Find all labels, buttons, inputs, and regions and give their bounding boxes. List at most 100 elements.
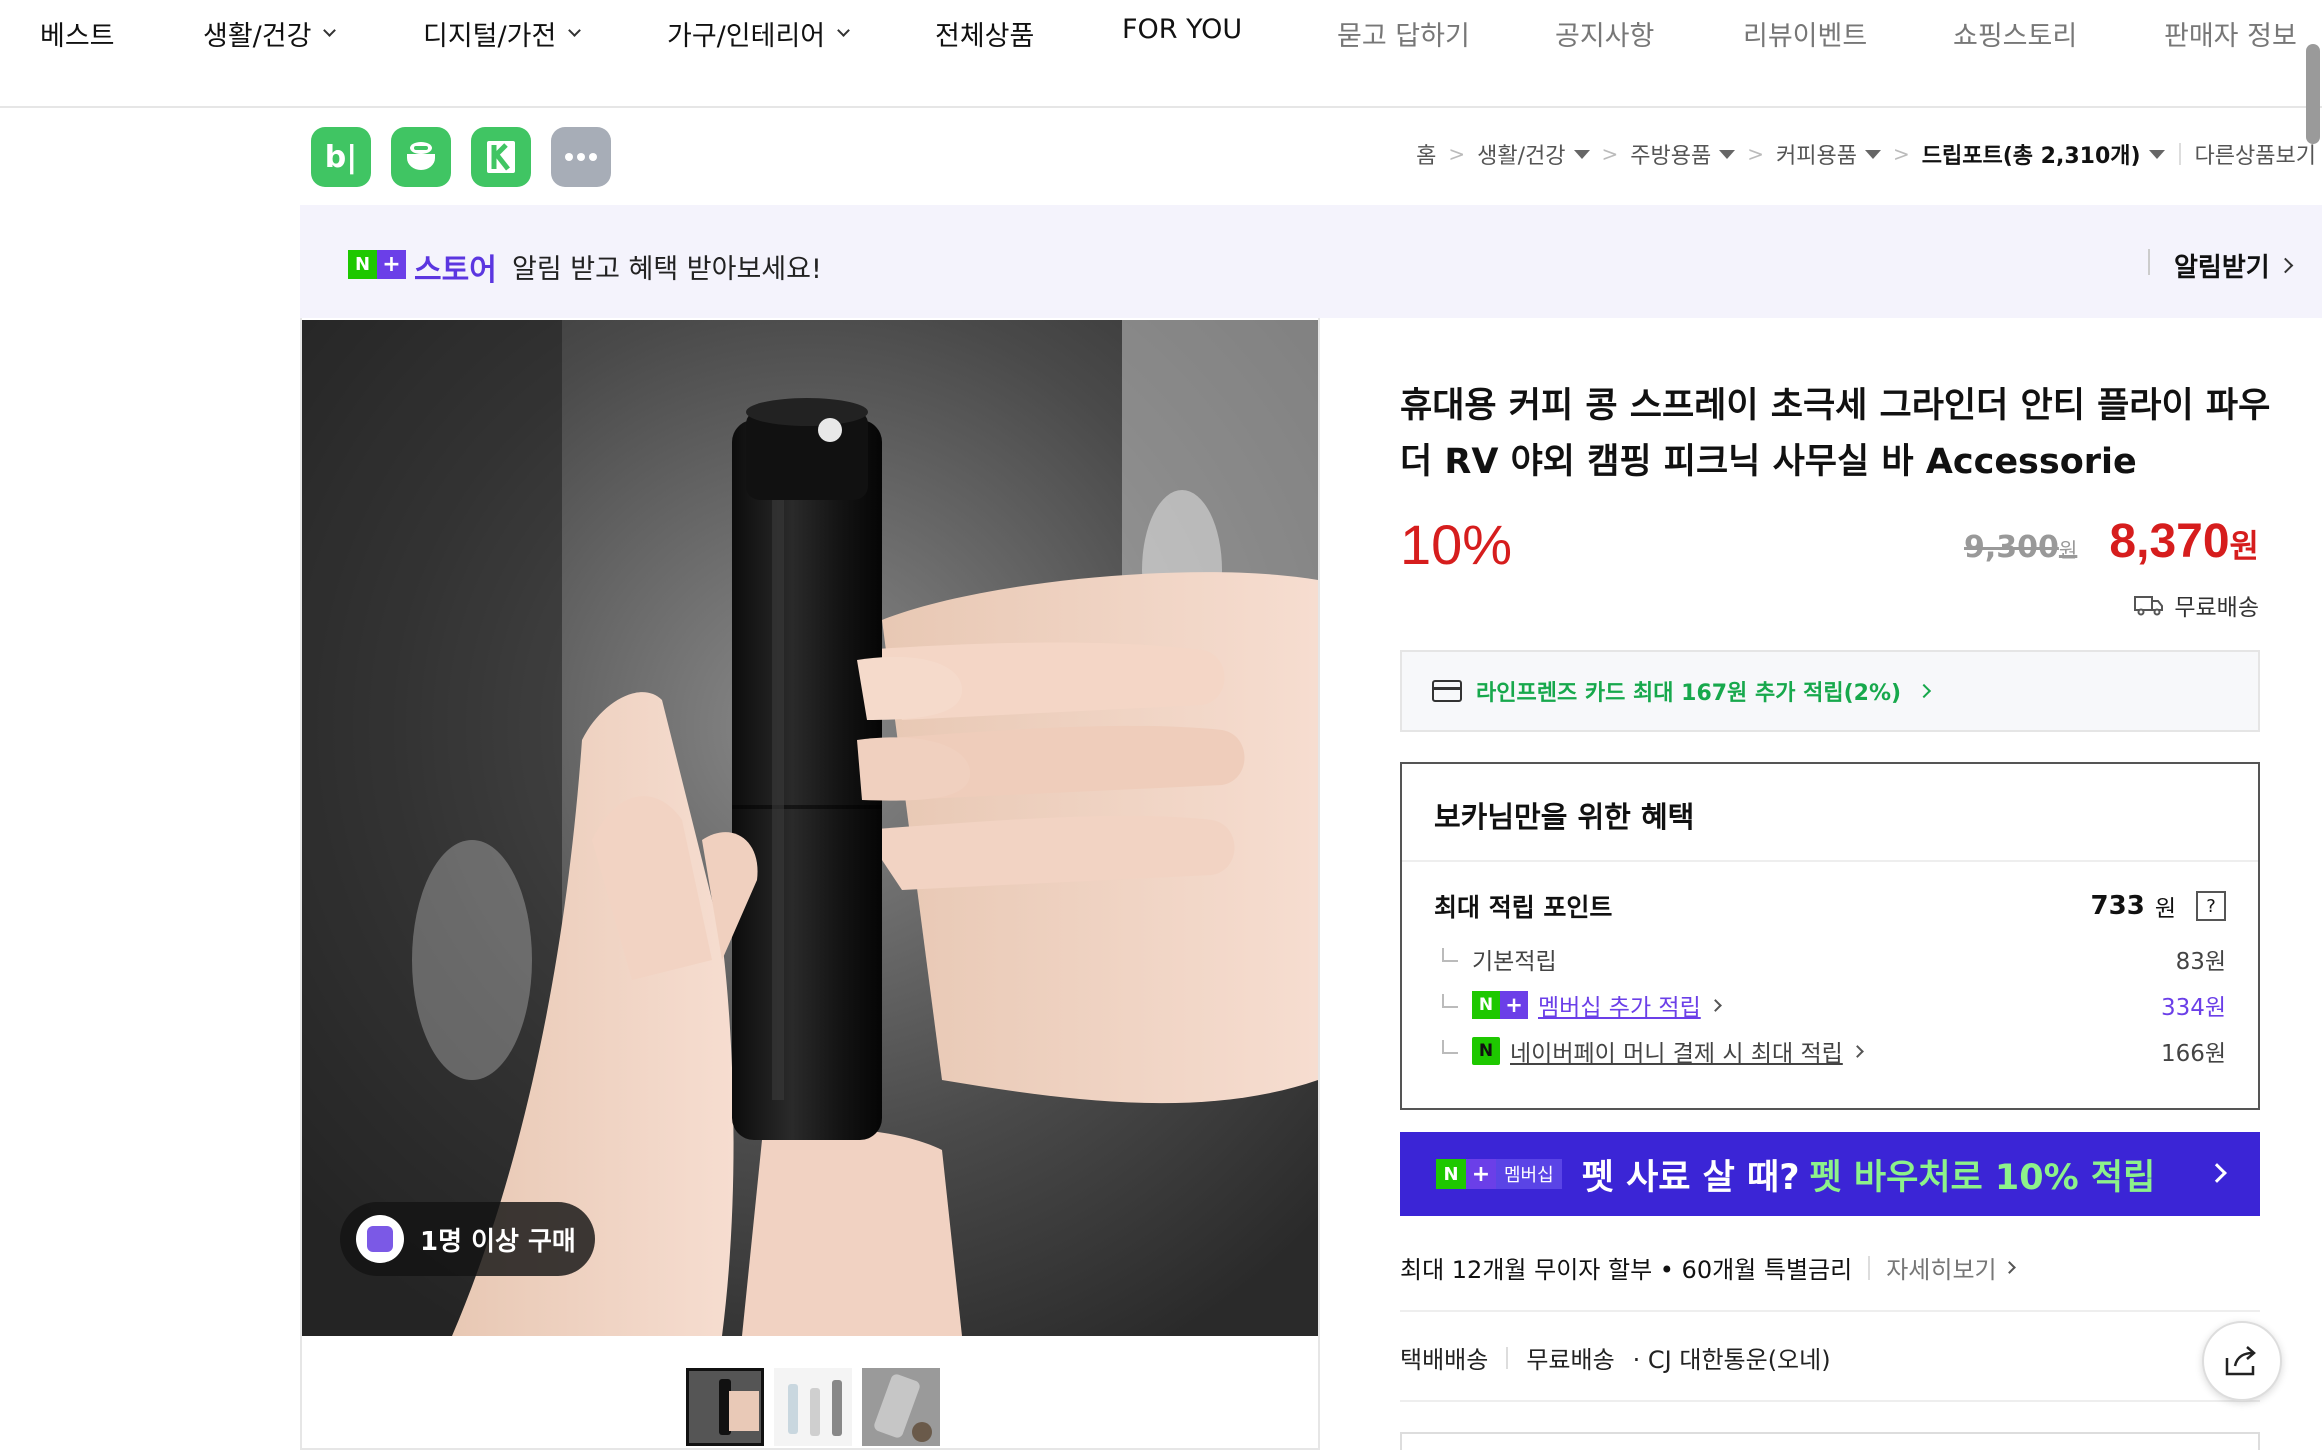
breadcrumb-drip-pot[interactable]: 드립포트(총 2,310개): [1922, 138, 2141, 170]
max-points-unit: 원: [2154, 896, 2176, 922]
buyers-badge: 1명 이상 구매: [340, 1202, 595, 1276]
installment-detail-link[interactable]: 자세히보기: [1886, 1250, 2016, 1285]
other-products-link[interactable]: 다른상품보기: [2195, 138, 2316, 170]
truck-icon: [2134, 596, 2164, 616]
npay-points-row: N 네이버페이 머니 결제 시 최대 적립 166원: [1434, 1034, 2226, 1068]
thumbnail-1[interactable]: [686, 1368, 764, 1446]
breadcrumb-living-health[interactable]: 생활/건강: [1477, 138, 1565, 170]
nav-notice[interactable]: 공지사항: [1555, 14, 1654, 53]
plus-mark: +: [1466, 1159, 1496, 1189]
chevron-right-icon: [2277, 257, 2293, 274]
breadcrumb-home[interactable]: 홈: [1416, 138, 1436, 170]
store-bi-icon[interactable]: b|: [311, 127, 371, 187]
membership-points-row: N + 멤버십 추가 적립 334원: [1434, 988, 2226, 1022]
nav-qna[interactable]: 묻고 답하기: [1337, 14, 1470, 53]
chevron-right-icon: [1708, 998, 1722, 1012]
breadcrumb-separator: >: [1747, 142, 1765, 166]
divider: [1506, 1346, 1509, 1369]
caret-down-icon[interactable]: [1573, 149, 1590, 159]
divider: [2148, 249, 2150, 275]
caret-down-icon[interactable]: [1864, 149, 1881, 159]
nav-label: 가구/인테리어: [667, 21, 826, 52]
max-points-value: 733 원?: [2091, 889, 2226, 923]
bookmark-k-icon[interactable]: [471, 127, 531, 187]
notify-button[interactable]: 알림받기: [2174, 247, 2293, 284]
tree-branch-icon: [1442, 1040, 1458, 1054]
nav-best[interactable]: 베스트: [40, 14, 115, 53]
shipping-carrier: · CJ 대한통운(오네): [1632, 1346, 1831, 1374]
nav-review-event[interactable]: 리뷰이벤트: [1743, 14, 1867, 53]
npay-points-value: 166원: [2160, 1041, 2226, 1067]
sale-price-unit: 원: [2229, 528, 2259, 564]
help-icon[interactable]: ?: [2196, 891, 2226, 921]
more-icon[interactable]: [551, 127, 611, 187]
divider: [1402, 860, 2258, 862]
nav-all-products[interactable]: 전체상품: [935, 14, 1034, 53]
nav-digital[interactable]: 디지털/가전: [423, 14, 582, 53]
nav-label: 생활/건강: [203, 21, 312, 52]
max-points-label: 최대 적립 포인트: [1434, 893, 1613, 922]
membership-badge: N + 멤버십: [1436, 1159, 1562, 1189]
share-button[interactable]: [2202, 1321, 2282, 1401]
nav-label: 리뷰이벤트: [1743, 21, 1868, 52]
shopping-bag-icon: [356, 1215, 404, 1263]
max-points-number: 733: [2090, 891, 2145, 921]
thumbnail-2[interactable]: [774, 1368, 852, 1446]
nav-shopping-story[interactable]: 쇼핑스토리: [1953, 14, 2077, 53]
scrollbar[interactable]: [2306, 44, 2320, 144]
coffee-cup-icon[interactable]: [391, 127, 451, 187]
benefit-title: 보카님만을 위한 혜택: [1434, 800, 1695, 834]
basic-points-value: 83원: [2175, 949, 2226, 975]
plus-mark: +: [377, 250, 406, 279]
original-price: 9,300원: [1964, 530, 2077, 565]
free-shipping-text: 무료배송: [2174, 595, 2259, 621]
nav-seller-info[interactable]: 판매자 정보: [2164, 14, 2297, 53]
discount-rate: 10%: [1400, 513, 1513, 576]
shipping-info: 택배배송 무료배송 · CJ 대한통운(오네): [1400, 1340, 1831, 1375]
thumbnail-strip: [686, 1368, 940, 1446]
notify-message: 알림 받고 혜택 받아보세요!: [512, 254, 822, 285]
option-box[interactable]: [1400, 1432, 2260, 1450]
basic-points-row: 기본적립 83원: [1434, 942, 2226, 976]
breadcrumb: 홈 > 생활/건강 > 주방용품 > 커피용품 > 드립포트(총 2,310개)…: [1416, 138, 2316, 170]
chevron-down-icon: [568, 24, 582, 37]
store-bi-label: b|: [324, 139, 358, 175]
breadcrumb-coffee[interactable]: 커피용품: [1776, 138, 1857, 170]
naver-n-mark: N: [1436, 1159, 1466, 1189]
sale-price-value: 8,370: [2109, 515, 2230, 568]
sale-price: 8,370원: [2109, 514, 2259, 569]
breadcrumb-kitchen[interactable]: 주방용품: [1630, 138, 1711, 170]
naver-n-mark: N: [1472, 991, 1500, 1019]
nav-for-you[interactable]: FOR YOU: [1122, 14, 1242, 45]
nav-label: 디지털/가전: [423, 21, 557, 52]
plus-mark: +: [1500, 991, 1528, 1019]
nav-furniture[interactable]: 가구/인테리어: [667, 14, 851, 53]
divider: [1400, 1400, 2260, 1402]
nav-label: 묻고 답하기: [1337, 21, 1470, 52]
store-notify-banner: N + 스토어 알림 받고 혜택 받아보세요! 알림받기: [300, 205, 2322, 318]
shipping-type: 택배배송: [1400, 1346, 1489, 1374]
detail-link-label: 자세히보기: [1886, 1256, 1997, 1284]
divider: [1400, 1310, 2260, 1312]
nav-living-health[interactable]: 생활/건강: [203, 14, 337, 53]
caret-down-icon[interactable]: [1719, 149, 1736, 159]
chevron-right-icon: [1850, 1044, 1864, 1058]
original-price-value: 9,300: [1964, 530, 2059, 565]
npay-points-link[interactable]: 네이버페이 머니 결제 시 최대 적립: [1510, 1034, 1843, 1068]
pet-voucher-banner[interactable]: N + 멤버십 펫 사료 살 때? 펫 바우처로 10% 적립: [1400, 1132, 2260, 1216]
caret-down-icon[interactable]: [2148, 149, 2165, 159]
nav-label: 쇼핑스토리: [1953, 21, 2078, 52]
product-main-image[interactable]: [302, 320, 1318, 1336]
credit-card-icon: [1432, 680, 1462, 702]
nav-label: 판매자 정보: [2164, 21, 2297, 52]
chevron-right-icon: [2207, 1163, 2227, 1183]
card-promo-text: 라인프렌즈 카드 최대 167원 추가 적립(2%): [1476, 681, 1902, 706]
member-benefit-box: 보카님만을 위한 혜택 최대 적립 포인트 733 원? 기본적립 83원 N + …: [1400, 762, 2260, 1110]
shipping-fee: 무료배송: [1526, 1346, 1615, 1374]
card-promo[interactable]: 라인프렌즈 카드 최대 167원 추가 적립(2%): [1400, 650, 2260, 732]
thumbnail-3[interactable]: [862, 1368, 940, 1446]
breadcrumb-separator: >: [1448, 142, 1466, 166]
membership-points-link[interactable]: 멤버십 추가 적립: [1538, 988, 1701, 1022]
max-points-row: 최대 적립 포인트 733 원?: [1434, 888, 2226, 924]
pet-banner-offer: 펫 바우처로 10% 적립: [1809, 1157, 2156, 1198]
